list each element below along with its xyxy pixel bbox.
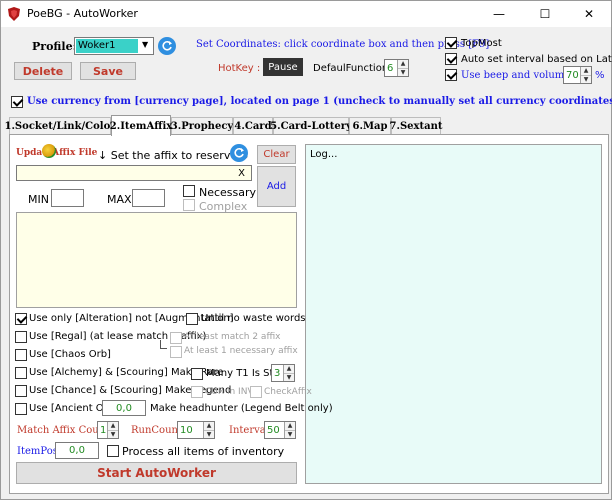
affix-list[interactable] [16,212,297,308]
chaos-checkbox[interactable] [15,349,27,361]
start-autoworker-button[interactable]: Start AutoWorker [16,462,297,484]
shield-icon [8,7,20,21]
minimize-button[interactable]: — [477,1,521,27]
stepper-up-icon: ▲ [284,365,294,374]
stepper-up-icon: ▲ [398,60,408,69]
headhunter-label: Make headhunter (Legend Belt only) [150,403,333,414]
at-least-2-checkbox[interactable] [170,332,182,344]
orb-icon [42,144,56,158]
many-t1-stepper[interactable]: 3 ▲ ▼ [271,364,295,382]
check-affix-label: CheckAffix [264,387,312,397]
interval-stepper[interactable]: 50 ▲ ▼ [264,421,296,439]
tab-card-lottery[interactable]: 5.Card-Lottery [270,117,352,135]
chaos-label: Use [Chaos Orb] [29,349,111,360]
until-no-waste-label: Until no waste words [201,313,306,324]
delete-button[interactable]: Delete [14,62,72,80]
stepper-up-icon: ▲ [204,422,214,431]
app-window: PoeBG - AutoWorker — ☐ ✕ Profile: Woker1… [0,0,612,500]
tab-prophecy[interactable]: 3.Prophecy [171,117,233,135]
refresh-icon[interactable] [158,37,176,55]
auto-interval-label: Auto set interval based on Latency [461,54,612,65]
max-input[interactable] [132,189,165,207]
min-input[interactable] [51,189,84,207]
beep-checkbox[interactable] [445,69,457,81]
profile-select[interactable]: Woker1 ▼ [74,37,154,55]
cur-in-inv-checkbox[interactable] [191,386,203,398]
tree-connector [160,340,167,349]
many-t1-checkbox[interactable] [191,368,203,380]
topmost-checkbox[interactable] [445,37,457,49]
min-label: MIN [28,193,49,206]
max-label: MAX [107,193,132,206]
stepper-down-icon: ▼ [108,430,118,438]
clear-input-icon[interactable]: X [238,168,245,179]
volume-stepper[interactable]: 70 ▲ ▼ [563,66,592,84]
alteration-checkbox[interactable] [15,313,27,325]
run-count-label: RunCount [131,425,182,436]
match-affix-count-label: Match Affix Count [17,425,110,436]
stepper-down-icon: ▼ [284,373,294,381]
stepper-down-icon: ▼ [285,430,295,438]
necessary-label: Necessary [199,186,257,199]
refresh-icon[interactable] [230,144,248,162]
set-affix-label: ↓ Set the affix to reserve ↓ [98,149,250,162]
hotkey-label: HotKey : [218,63,261,74]
clear-button[interactable]: Clear [257,145,296,164]
process-all-checkbox[interactable] [107,445,119,457]
maximize-button[interactable]: ☐ [523,1,567,27]
until-no-waste-checkbox[interactable] [186,313,198,325]
use-currency-label: Use currency from [currency page], locat… [27,96,612,107]
default-function-stepper[interactable]: 6 ▲ ▼ [384,59,409,77]
complex-checkbox[interactable] [183,199,195,211]
log-area[interactable]: Log... [305,144,602,484]
update-affix-file-link[interactable]: UpdateAffix File [16,148,97,158]
cur-in-inv-label: CUR in INV [205,387,254,397]
itemaffix-panel: UpdateAffix File ↓ Set the affix to rese… [9,134,609,494]
check-affix-checkbox[interactable] [250,386,262,398]
hotkey-field[interactable]: Pause [263,58,303,76]
ancient-checkbox[interactable] [15,403,27,415]
stepper-up-icon: ▲ [581,67,591,76]
stepper-down-icon: ▼ [581,75,591,83]
tab-itemaffix[interactable]: 2.ItemAffix [110,115,172,136]
log-text: Log... [310,149,338,160]
process-all-label: Process all items of inventory [122,445,285,458]
affix-input[interactable]: X [16,165,252,181]
chevron-down-icon: ▼ [142,40,149,49]
stepper-up-icon: ▲ [285,422,295,431]
use-currency-checkbox[interactable] [11,96,23,108]
stepper-up-icon: ▲ [108,422,118,431]
profile-value: Woker1 [76,39,138,53]
regal-checkbox[interactable] [15,331,27,343]
tab-socket-link-color[interactable]: 1.Socket/Link/Color [4,117,116,135]
topmost-label: TopMost [461,38,502,49]
chance-checkbox[interactable] [15,385,27,397]
itempos-label: ItemPos [17,446,58,457]
volume-unit: % [595,70,605,81]
default-function-label: DefaulFunction [313,63,389,74]
stepper-down-icon: ▼ [204,430,214,438]
ancient-coordinate-input[interactable]: 0,0 [102,400,146,416]
title-bar[interactable]: PoeBG - AutoWorker — ☐ ✕ [1,1,611,27]
add-button[interactable]: Add [257,166,296,207]
at-least-1-necessary-checkbox[interactable] [170,346,182,358]
alchemy-checkbox[interactable] [15,367,27,379]
at-least-2-label: At least match 2 affix [184,332,281,342]
stepper-down-icon: ▼ [398,68,408,76]
interval-label: Interval [229,425,269,436]
itempos-input[interactable]: 0,0 [55,442,99,459]
tab-sextant[interactable]: 7.Sextant [390,117,443,135]
auto-interval-checkbox[interactable] [445,53,457,65]
necessary-checkbox[interactable] [183,185,195,197]
run-count-stepper[interactable]: 10 ▲ ▼ [177,421,215,439]
window-title: PoeBG - AutoWorker [27,7,138,20]
match-affix-count-stepper[interactable]: 1 ▲ ▼ [97,421,119,439]
at-least-1-necessary-label: At least 1 necessary affix [184,346,298,356]
save-button[interactable]: Save [80,62,136,80]
profile-label: Profile: [32,40,77,53]
tab-map[interactable]: 6.Map [349,117,391,135]
close-button[interactable]: ✕ [567,1,611,27]
tab-card[interactable]: 4.Card [233,117,273,135]
